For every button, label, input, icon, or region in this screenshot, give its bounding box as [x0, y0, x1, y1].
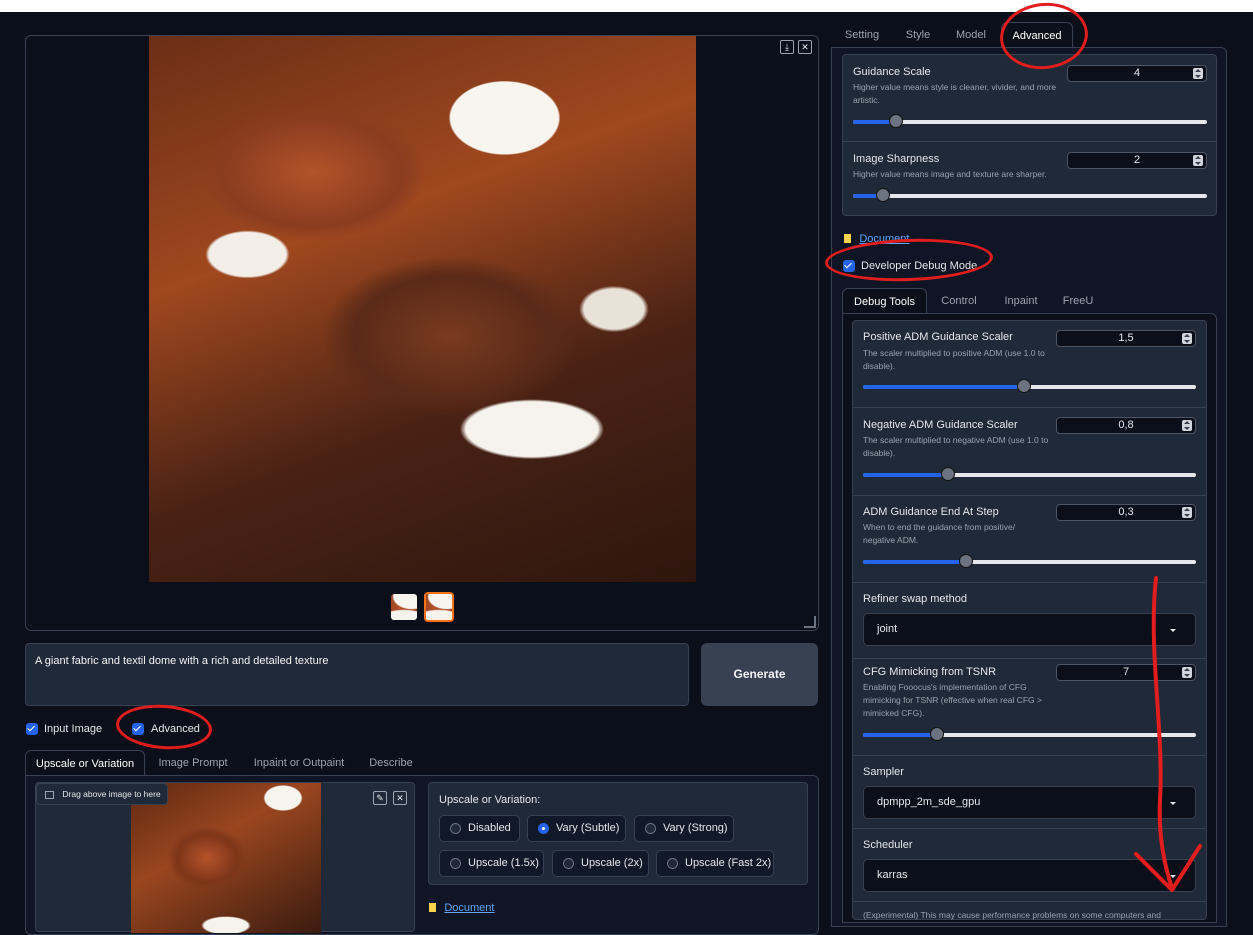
document-icon: [844, 234, 851, 243]
adm-end-desc: When to end the guidance from positive/ …: [863, 522, 1016, 545]
stepper-icon[interactable]: [1182, 507, 1192, 518]
radio-disabled[interactable]: Disabled: [439, 815, 520, 842]
negative-adm-desc: The scaler multiplied to negative ADM (u…: [863, 435, 1049, 458]
tab-freeu[interactable]: FreeU: [1056, 288, 1100, 314]
input-image-preview: [131, 783, 321, 933]
generate-label: Generate: [733, 667, 786, 681]
tab-describe[interactable]: Describe: [361, 750, 421, 776]
annotation-arrow: [1134, 576, 1202, 892]
slider-handle[interactable]: [1017, 379, 1031, 393]
image-sharpness-label: Image Sharpness: [853, 153, 940, 165]
guidance-scale-desc: Higher value means style is cleaner, viv…: [853, 82, 1057, 105]
upscale-options-group: Upscale or Variation: Disabled Vary (Sub…: [428, 782, 808, 885]
refiner-swap-label: Refiner swap method: [863, 593, 967, 605]
tab-image-prompt[interactable]: Image Prompt: [149, 750, 237, 776]
slider-fill: [863, 560, 966, 564]
slider-handle[interactable]: [959, 554, 973, 568]
clear-image-icon[interactable]: ✕: [393, 791, 407, 805]
image-sharpness-slider[interactable]: [853, 188, 1207, 202]
radio-upscale-fast-2x[interactable]: Upscale (Fast 2x): [656, 850, 774, 877]
image-sharpness-desc: Higher value means image and texture are…: [853, 169, 1047, 179]
input-tab-bar: Upscale or Variation Image Prompt Inpain…: [25, 750, 819, 776]
tab-style[interactable]: Style: [895, 22, 941, 48]
upscale-document-link[interactable]: Document: [444, 902, 494, 914]
input-image-checkbox[interactable]: [26, 723, 38, 735]
radio-dot-selected: [538, 823, 549, 834]
adm-end-slider[interactable]: [863, 554, 1196, 568]
radio-dot: [450, 823, 461, 834]
guidance-block: Guidance Scale Higher value means style …: [842, 54, 1217, 216]
gallery-panel: ⤓ ✕: [25, 35, 819, 631]
generated-image[interactable]: [149, 36, 696, 582]
radio-upscale-2x[interactable]: Upscale (2x): [552, 850, 649, 877]
debug-tab-bar: Debug Tools Control Inpaint FreeU: [842, 288, 1217, 314]
radio-upscale-1-5x[interactable]: Upscale (1.5x): [439, 850, 544, 877]
adm-end-input[interactable]: 0,3: [1056, 504, 1196, 521]
positive-adm-label: Positive ADM Guidance Scaler: [863, 331, 1013, 343]
negative-adm-input[interactable]: 0,8: [1056, 417, 1196, 434]
download-icon[interactable]: ⤓: [780, 40, 794, 54]
radio-dot: [450, 858, 461, 869]
tab-debug-tools[interactable]: Debug Tools: [842, 288, 927, 314]
tab-upscale-or-variation[interactable]: Upscale or Variation: [25, 750, 145, 776]
image-drop-zone[interactable]: Drag above image to here ✎ ✕: [35, 782, 415, 933]
input-image-label: Input Image: [44, 723, 103, 735]
gallery-thumbnail-selected[interactable]: [424, 592, 454, 622]
resize-handle-icon[interactable]: [804, 616, 816, 628]
guidance-scale-input[interactable]: 4: [1067, 65, 1207, 82]
close-icon[interactable]: ✕: [798, 40, 812, 54]
sampler-label: Sampler: [863, 766, 904, 778]
image-icon: [45, 790, 54, 799]
tab-control[interactable]: Control: [934, 288, 984, 314]
positive-adm-desc: The scaler multiplied to positive ADM (u…: [863, 348, 1045, 371]
slider-handle[interactable]: [876, 188, 890, 202]
tab-setting[interactable]: Setting: [835, 22, 889, 48]
tab-model[interactable]: Model: [947, 22, 995, 48]
guidance-scale-label: Guidance Scale: [853, 66, 931, 78]
positive-adm-slider[interactable]: [863, 379, 1196, 393]
negative-adm-slider[interactable]: [863, 467, 1196, 481]
slider-fill: [863, 385, 1024, 389]
stepper-icon[interactable]: [1193, 155, 1203, 166]
negative-adm-label: Negative ADM Guidance Scaler: [863, 419, 1018, 431]
guidance-scale-slider[interactable]: [853, 114, 1207, 128]
upscale-title: Upscale or Variation:: [439, 794, 541, 806]
stepper-icon[interactable]: [1182, 333, 1192, 344]
cfg-tsnr-desc: Enabling Fooocus's implementation of CFG…: [863, 682, 1042, 718]
drop-hint: Drag above image to here: [36, 783, 168, 805]
prompt-text: A giant fabric and textil dome with a ri…: [35, 655, 329, 667]
gallery-thumbnail[interactable]: [391, 594, 417, 620]
slider-handle[interactable]: [889, 114, 903, 128]
prompt-input[interactable]: A giant fabric and textil dome with a ri…: [25, 643, 689, 706]
stepper-icon[interactable]: [1193, 68, 1203, 79]
slider-fill: [863, 473, 948, 477]
edit-icon[interactable]: ✎: [373, 791, 387, 805]
document-icon: [429, 903, 436, 912]
positive-adm-input[interactable]: 1,5: [1056, 330, 1196, 347]
tab-inpaint[interactable]: Inpaint: [996, 288, 1046, 314]
upscale-document-row: Document: [429, 900, 494, 914]
stepper-icon[interactable]: [1182, 420, 1192, 431]
radio-vary-strong[interactable]: Vary (Strong): [634, 815, 734, 842]
radio-dot: [645, 823, 656, 834]
tab-inpaint-or-outpaint[interactable]: Inpaint or Outpaint: [245, 750, 353, 776]
divider: [853, 407, 1206, 408]
image-sharpness-input[interactable]: 2: [1067, 152, 1207, 169]
experimental-note: (Experimental) This may cause performanc…: [863, 910, 1161, 920]
slider-handle[interactable]: [941, 467, 955, 481]
radio-dot: [667, 858, 678, 869]
generate-button[interactable]: Generate: [701, 643, 818, 706]
annotation-circle-advanced-checkbox: [114, 701, 214, 753]
adm-end-label: ADM Guidance End At Step: [863, 506, 999, 518]
cfg-tsnr-label: CFG Mimicking from TSNR: [863, 666, 997, 678]
slider-handle[interactable]: [930, 727, 944, 741]
scheduler-label: Scheduler: [863, 839, 913, 851]
divider: [853, 495, 1206, 496]
radio-dot: [563, 858, 574, 869]
divider: [843, 141, 1216, 142]
slider-fill: [863, 733, 937, 737]
radio-vary-subtle[interactable]: Vary (Subtle): [527, 815, 626, 842]
